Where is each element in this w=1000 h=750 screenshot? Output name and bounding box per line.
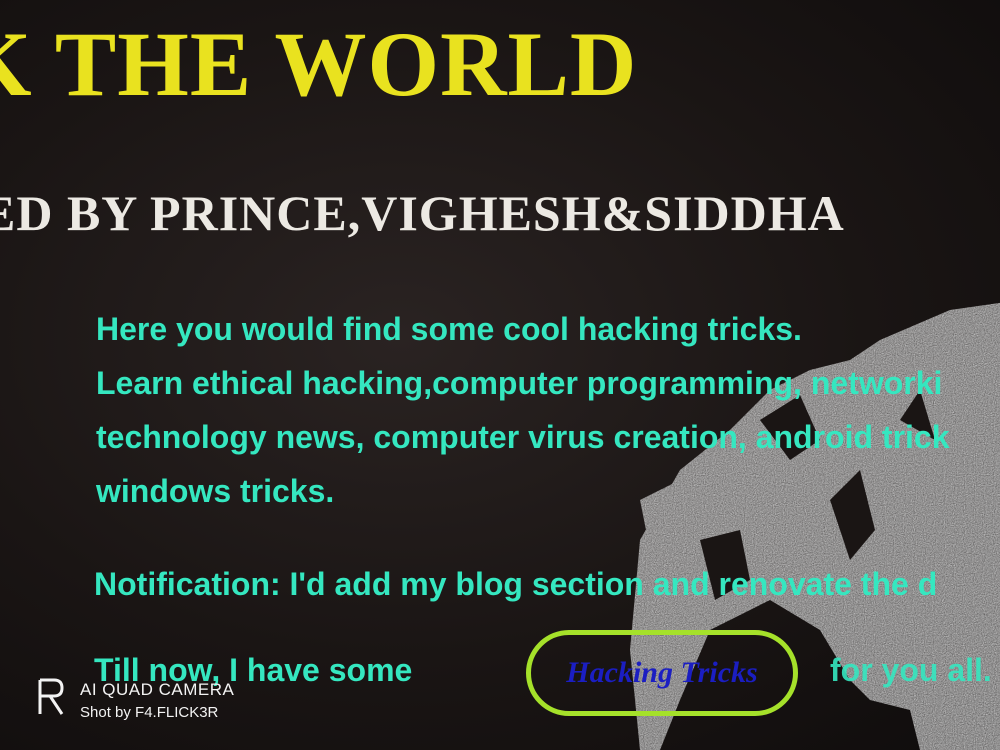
camera-watermark: AI QUAD CAMERA Shot by F4.FLICK3R [36, 676, 276, 726]
site-title: K THE WORLD [0, 13, 638, 115]
intro-line: windows tricks. [96, 473, 335, 509]
intro-line: technology news, computer virus creation… [96, 419, 950, 455]
trailing-text: for you all. [830, 652, 992, 688]
site-byline: ED BY PRINCE,VIGHESH&SIDDHA [0, 185, 845, 241]
hacking-tricks-button[interactable]: Hacking Tricks [526, 630, 798, 716]
blog-page: K THE WORLD ED BY PRINCE,VIGHESH&SIDDHA … [0, 0, 1000, 750]
realme-r-logo-icon [38, 678, 64, 715]
watermark-subtitle: Shot by F4.FLICK3R [80, 704, 219, 721]
notification-text: Notification: I'd add my blog section an… [94, 566, 938, 602]
watermark-title: AI QUAD CAMERA [80, 680, 235, 699]
intro-line: Learn ethical hacking,computer programmi… [96, 365, 943, 401]
intro-text: Here you would find some cool hacking tr… [96, 302, 1000, 518]
intro-line: Here you would find some cool hacking tr… [96, 311, 802, 347]
